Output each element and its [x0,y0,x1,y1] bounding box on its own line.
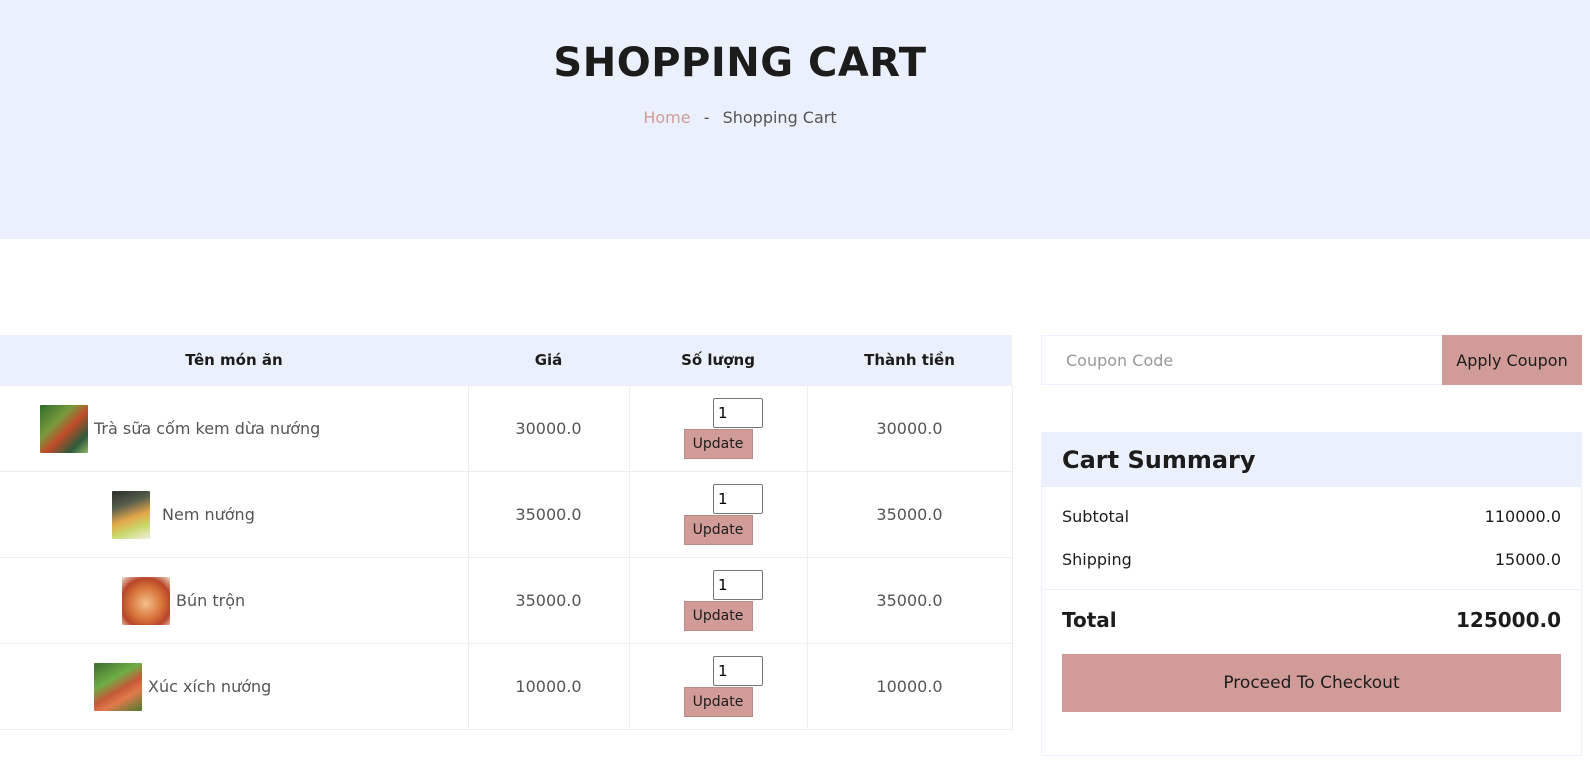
column-header-total: Thành tiền [807,335,1012,386]
table-row: Xúc xích nướng 10000.0 Update 10000.0 [0,643,1013,730]
quantity-cell: Update [628,471,808,558]
column-header-price: Giá [468,335,629,386]
coupon-code-input[interactable] [1041,335,1442,385]
page-title: SHOPPING CART [553,40,927,86]
breadcrumb-home-link[interactable]: Home [643,108,690,127]
total-value: 125000.0 [1455,608,1561,632]
total-label: Total [1062,608,1117,632]
cart-summary-body: Subtotal 110000.0 Shipping 15000.0 [1042,487,1581,590]
product-cell: Trà sữa cốm kem dừa nướng [0,385,469,472]
cart-summary: Cart Summary Subtotal 110000.0 Shipping … [1041,432,1582,756]
total-row: Total 125000.0 [1062,608,1561,654]
product-name: Xúc xích nướng [148,677,272,696]
price-cell: 30000.0 [467,385,630,472]
price-cell: 35000.0 [467,471,630,558]
update-button[interactable]: Update [683,515,753,545]
table-row: Bún trộn 35000.0 Update 35000.0 [0,557,1013,644]
total-cell: 10000.0 [806,643,1013,730]
product-name: Bún trộn [176,591,246,610]
price-cell: 10000.0 [467,643,630,730]
update-button[interactable]: Update [683,601,753,631]
cart-summary-title: Cart Summary [1042,433,1581,487]
product-name: Nem nướng [162,505,255,524]
product-cell: Xúc xích nướng [0,643,469,730]
shipping-value: 15000.0 [1494,550,1561,569]
update-button[interactable]: Update [683,429,753,459]
total-cell: 30000.0 [806,385,1013,472]
coupon-form: Apply Coupon [1041,335,1582,385]
product-name: Trà sữa cốm kem dừa nướng [94,419,321,438]
table-row: Nem nướng 35000.0 Update 35000.0 [0,471,1013,558]
breadcrumb-separator: - [703,108,710,127]
table-row: Trà sữa cốm kem dừa nướng 30000.0 Update… [0,385,1013,472]
total-cell: 35000.0 [806,471,1013,558]
total-cell: 35000.0 [806,557,1013,644]
quantity-cell: Update [628,643,808,730]
breadcrumb-current: Shopping Cart [722,108,837,127]
quantity-input[interactable] [713,484,763,514]
product-image [112,490,150,539]
product-cell: Nem nướng [0,471,469,558]
product-image [122,576,170,625]
quantity-cell: Update [628,557,808,644]
product-image [94,662,142,711]
cart-summary-footer: Total 125000.0 Proceed To Checkout [1042,590,1581,712]
cart-table-header: Tên món ăn Giá Số lượng Thành tiền [0,335,1012,386]
subtotal-value: 110000.0 [1484,507,1561,526]
quantity-input[interactable] [713,398,763,428]
quantity-cell: Update [628,385,808,472]
update-button[interactable]: Update [683,687,753,717]
product-image [40,404,88,453]
column-header-name: Tên món ăn [0,335,468,386]
quantity-input[interactable] [713,570,763,600]
apply-coupon-button[interactable]: Apply Coupon [1442,335,1582,385]
quantity-input[interactable] [713,656,763,686]
breadcrumb: Home - Shopping Cart [0,108,1480,127]
shipping-label: Shipping [1062,550,1132,569]
cart-table: Tên món ăn Giá Số lượng Thành tiền Trà s… [0,335,1013,730]
column-header-quantity: Số lượng [629,335,807,386]
price-cell: 35000.0 [467,557,630,644]
subtotal-label: Subtotal [1062,507,1130,526]
subtotal-row: Subtotal 110000.0 [1062,507,1561,550]
proceed-to-checkout-button[interactable]: Proceed To Checkout [1062,654,1561,712]
product-cell: Bún trộn [0,557,469,644]
page-header: SHOPPING CART Home - Shopping Cart [0,0,1590,239]
shipping-row: Shipping 15000.0 [1062,550,1561,593]
